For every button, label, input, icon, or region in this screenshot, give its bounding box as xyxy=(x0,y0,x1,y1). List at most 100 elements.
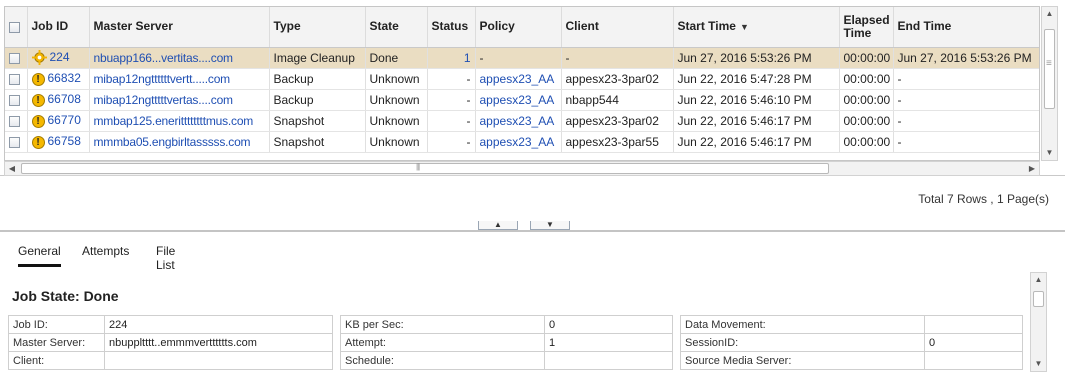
policy-link[interactable]: appesx23_AA xyxy=(480,72,555,86)
policy-link[interactable]: appesx23_AA xyxy=(480,135,555,149)
row-select-cell[interactable] xyxy=(5,68,28,90)
jobs-panel: Job ID Master Server Type State Status P… xyxy=(0,0,1065,176)
column-header-job-id[interactable]: Job ID xyxy=(27,7,90,48)
row-checkbox[interactable] xyxy=(9,73,20,85)
row-checkbox[interactable] xyxy=(9,52,20,64)
row-select-cell[interactable] xyxy=(5,110,28,132)
master-server-link[interactable]: mibap12ngttttttvertt.....com xyxy=(94,72,231,86)
warning-icon: ! xyxy=(31,93,45,107)
master-server-cell[interactable]: nbuapp166...vertitas....com xyxy=(89,47,270,69)
tab-attempts[interactable]: Attempts xyxy=(82,244,129,264)
detail-row: Attempt: 1 xyxy=(340,333,673,352)
table-row[interactable]: ! 66770 mmbap125.enerittttttttmus.com Snaps… xyxy=(5,110,1039,132)
column-header-status[interactable]: Status xyxy=(427,7,476,48)
column-header-client[interactable]: Client xyxy=(561,7,674,48)
scroll-thumb[interactable] xyxy=(1033,291,1044,307)
client-cell: - xyxy=(561,47,674,69)
table-row[interactable]: ! 66832 mibap12ngttttttvertt.....com Backup… xyxy=(5,68,1039,90)
pane-divider[interactable] xyxy=(0,230,1065,232)
job-id-cell[interactable]: ! 66770 xyxy=(27,110,90,132)
master-server-link[interactable]: nbuppltttt..emmmvertttttts.com xyxy=(104,333,333,352)
column-header-policy[interactable]: Policy xyxy=(475,7,562,48)
row-checkbox[interactable] xyxy=(9,115,20,127)
job-id-link[interactable]: 66758 xyxy=(48,134,81,148)
scroll-thumb[interactable] xyxy=(1044,29,1055,109)
tab-general[interactable]: General xyxy=(18,244,61,267)
tab-file-list[interactable]: File List xyxy=(156,244,175,278)
row-select-cell[interactable] xyxy=(5,89,28,111)
job-id-cell[interactable]: 224 xyxy=(27,47,90,69)
master-server-link[interactable]: mibap12ngtttttvertas....com xyxy=(94,93,234,107)
policy-cell[interactable]: appesx23_AA xyxy=(475,89,562,111)
detail-label: KB per Sec: xyxy=(340,315,545,334)
row-select-cell[interactable] xyxy=(5,47,28,69)
scroll-left-arrow-icon[interactable]: ◀ xyxy=(5,162,19,175)
jobs-horizontal-scrollbar[interactable]: ◀ ▶ xyxy=(4,161,1040,176)
scroll-down-arrow-icon[interactable]: ▼ xyxy=(1042,146,1057,160)
policy-link[interactable]: appesx23_AA xyxy=(480,114,555,128)
column-header-elapsed-time[interactable]: Elapsed Time xyxy=(839,7,894,48)
column-header-type[interactable]: Type xyxy=(269,7,366,48)
warning-icon: ! xyxy=(31,72,45,86)
row-select-cell[interactable] xyxy=(5,131,28,153)
collapse-down-icon[interactable]: ▼ xyxy=(530,221,570,230)
job-id-cell[interactable]: ! 66708 xyxy=(27,89,90,111)
job-id-link[interactable]: 66832 xyxy=(48,71,81,85)
end-time-cell: - xyxy=(893,110,1039,132)
kb-per-sec-value: 0 xyxy=(544,315,673,334)
master-server-cell[interactable]: mmbap125.enerittttttttmus.com xyxy=(89,110,270,132)
scroll-right-arrow-icon[interactable]: ▶ xyxy=(1025,162,1039,175)
master-server-link[interactable]: mmbap125.enerittttttttmus.com xyxy=(94,114,254,128)
policy-cell[interactable]: appesx23_AA xyxy=(475,110,562,132)
type-cell: Snapshot xyxy=(269,131,366,153)
warning-icon: ! xyxy=(31,135,45,149)
master-server-cell[interactable]: mmmba05.engbirltasssss.com xyxy=(89,131,270,153)
policy-link[interactable]: appesx23_AA xyxy=(480,93,555,107)
master-server-link[interactable]: nbuapp166...vertitas....com xyxy=(94,51,234,65)
job-id-link[interactable]: 224 xyxy=(50,50,70,64)
job-id-link[interactable]: 66770 xyxy=(48,113,81,127)
elapsed-time-cell: 00:00:00 xyxy=(839,89,894,111)
table-row[interactable]: 224 nbuapp166...vertitas....com Image Clea… xyxy=(5,47,1039,69)
end-time-cell: - xyxy=(893,68,1039,90)
detail-row: Client: xyxy=(8,351,333,370)
details-vertical-scrollbar[interactable]: ▲ ▼ xyxy=(1030,272,1047,372)
scroll-up-arrow-icon[interactable]: ▲ xyxy=(1042,7,1057,21)
status-value[interactable]: 1 xyxy=(464,51,471,65)
detail-label: Master Server: xyxy=(8,333,105,352)
column-header-state[interactable]: State xyxy=(365,7,428,48)
master-server-link[interactable]: mmmba05.engbirltasssss.com xyxy=(94,135,251,149)
job-id-cell[interactable]: ! 66758 xyxy=(27,131,90,153)
select-all-header[interactable] xyxy=(5,7,28,48)
table-row[interactable]: ! 66758 mmmba05.engbirltasssss.com Snapshot… xyxy=(5,131,1039,153)
end-time-cell: Jun 27, 2016 5:53:26 PM xyxy=(893,47,1039,69)
column-header-start-time[interactable]: Start Time ▼ xyxy=(673,7,840,48)
column-header-master-server[interactable]: Master Server xyxy=(89,7,270,48)
jobs-vertical-scrollbar[interactable]: ▲ ▼ xyxy=(1041,6,1058,161)
policy-cell: - xyxy=(475,47,562,69)
policy-cell[interactable]: appesx23_AA xyxy=(475,68,562,90)
status-value: - xyxy=(466,113,471,128)
job-id-link[interactable]: 66708 xyxy=(48,92,81,106)
column-header-end-time[interactable]: End Time xyxy=(893,7,1039,48)
status-value: - xyxy=(466,134,471,149)
job-id-cell[interactable]: ! 66832 xyxy=(27,68,90,90)
master-server-cell[interactable]: mibap12ngtttttvertas....com xyxy=(89,89,270,111)
select-all-checkbox[interactable] xyxy=(9,21,20,33)
client-cell: appesx23-3par02 xyxy=(561,110,674,132)
elapsed-time-cell: 00:00:00 xyxy=(839,110,894,132)
detail-label: Client: xyxy=(8,351,105,370)
client-cell: appesx23-3par02 xyxy=(561,68,674,90)
scroll-thumb[interactable] xyxy=(21,162,829,174)
collapse-up-icon[interactable]: ▲ xyxy=(478,221,518,230)
row-checkbox[interactable] xyxy=(9,136,20,148)
row-checkbox[interactable] xyxy=(9,94,20,106)
master-server-cell[interactable]: mibap12ngttttttvertt.....com xyxy=(89,68,270,90)
table-row[interactable]: ! 66708 mibap12ngtttttvertas....com Backup U… xyxy=(5,89,1039,111)
policy-cell[interactable]: appesx23_AA xyxy=(475,131,562,153)
state-cell: Unknown xyxy=(365,110,428,132)
scroll-up-arrow-icon[interactable]: ▲ xyxy=(1031,273,1046,287)
state-cell: Unknown xyxy=(365,131,428,153)
details-column-1: Job ID: 224 Master Server: nbuppltttt..emm… xyxy=(8,315,333,370)
scroll-down-arrow-icon[interactable]: ▼ xyxy=(1031,357,1046,371)
